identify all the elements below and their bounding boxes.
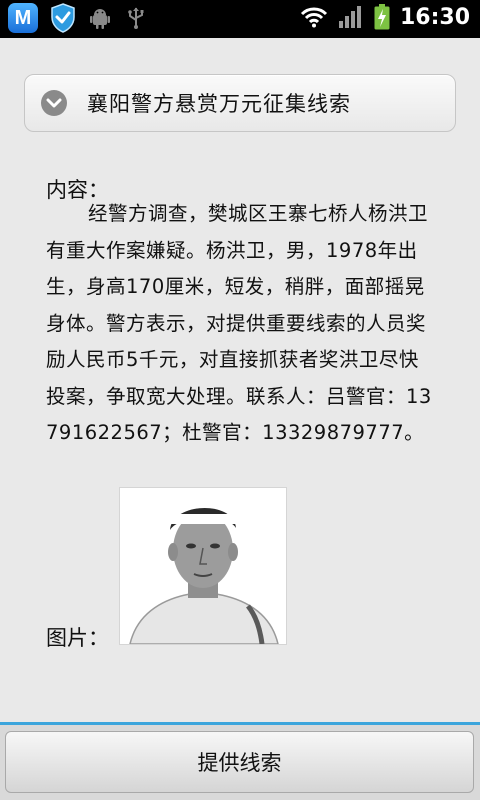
- suspect-photo: [119, 487, 287, 645]
- picture-label: 图片：: [46, 626, 109, 650]
- usb-icon: [128, 7, 144, 29]
- news-title-header[interactable]: 襄阳警方悬赏万元征集线索: [24, 74, 456, 132]
- app-notification-icon: M: [8, 3, 38, 33]
- shield-icon: [51, 3, 75, 33]
- clock: 16:30: [399, 4, 470, 30]
- wifi-icon: [300, 7, 328, 28]
- battery-charging-icon: [374, 4, 390, 30]
- content-body: 经警方调查，樊城区王寨七桥人杨洪卫有重大作案嫌疑。杨洪卫，男，1978年出生，身…: [46, 202, 432, 444]
- chevron-down-icon[interactable]: [41, 90, 67, 116]
- provide-clue-button[interactable]: 提供线索: [5, 731, 474, 793]
- signal-icon: [338, 6, 361, 28]
- android-debug-icon: [90, 9, 110, 29]
- status-bar: M 16:30: [0, 0, 480, 38]
- page-title: 襄阳警方悬赏万元征集线索: [87, 92, 351, 116]
